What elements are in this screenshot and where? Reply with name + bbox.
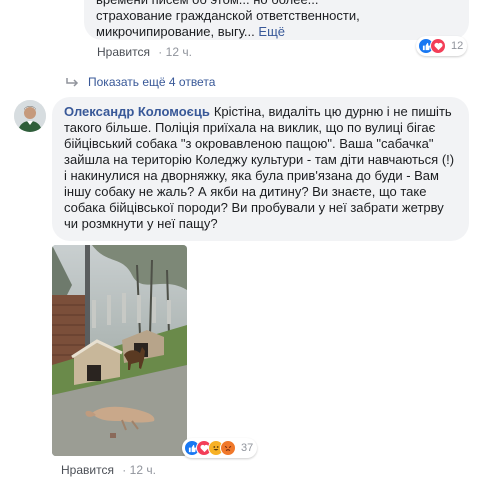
- previous-comment-line-3-text: микрочипирование, выгу...: [96, 24, 255, 39]
- reaction-count: 37: [241, 442, 254, 454]
- see-more-link[interactable]: Ещё: [258, 24, 285, 39]
- separator-dot: ·: [158, 45, 163, 59]
- comment-actions: Нравится · 12 ч.: [61, 463, 156, 477]
- angry-reaction-icon: [220, 440, 236, 456]
- reactions-summary[interactable]: 12: [416, 36, 468, 56]
- previous-comment-bubble: времени писем об этом... но более... стр…: [84, 0, 469, 40]
- reactions-summary[interactable]: 37: [182, 438, 258, 458]
- reply-arrow-icon: [66, 78, 79, 87]
- comment-text: Крістіна, видаліть цю дурню і не пишіть …: [64, 104, 455, 231]
- comment-time[interactable]: 12 ч.: [130, 463, 156, 477]
- previous-comment-line-2: страхование гражданской ответственности,: [96, 8, 360, 23]
- show-more-replies-label: Показать ещё 4 ответа: [88, 75, 216, 89]
- show-more-replies-link[interactable]: Показать ещё 4 ответа: [66, 75, 215, 89]
- love-reaction-icon: [430, 38, 446, 54]
- previous-comment-actions: Нравится · 12 ч.: [97, 45, 192, 59]
- like-button[interactable]: Нравится: [61, 463, 114, 477]
- comment-photo[interactable]: [52, 245, 187, 456]
- previous-comment-line-3: микрочипирование, выгу... Ещё: [96, 24, 457, 40]
- separator-dot: ·: [122, 463, 127, 477]
- like-button[interactable]: Нравится: [97, 45, 150, 59]
- comment-time[interactable]: 12 ч.: [166, 45, 192, 59]
- comment-author[interactable]: Олександр Коломоєць: [64, 104, 210, 119]
- avatar[interactable]: [14, 100, 46, 132]
- avatar-photo: [14, 100, 46, 132]
- dog-photo-image: [52, 245, 187, 456]
- comment-bubble: Олександр Коломоєць Крістіна, видаліть цю…: [52, 97, 469, 241]
- reaction-count: 12: [451, 40, 464, 52]
- previous-comment-line-1: времени писем об этом... но более...: [96, 0, 457, 8]
